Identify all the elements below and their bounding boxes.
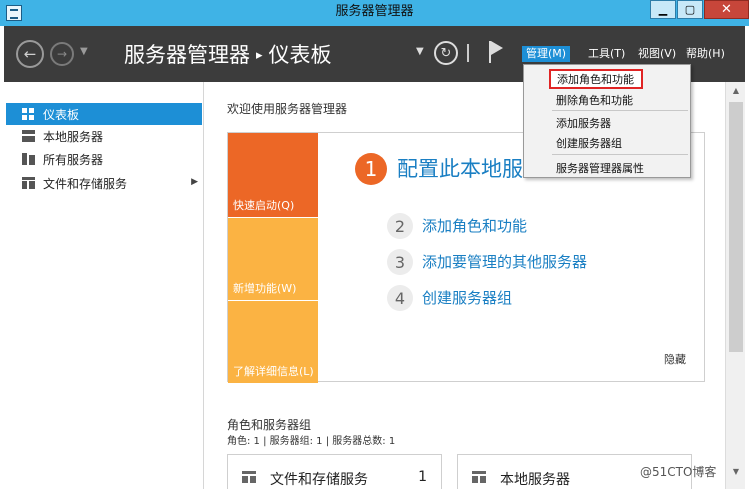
storage-icon — [242, 471, 256, 483]
hide-link[interactable]: 隐藏 — [664, 351, 686, 367]
close-button[interactable]: ✕ — [704, 0, 749, 19]
forward-arrow-icon[interactable]: → — [50, 42, 74, 66]
menu-add-roles-features[interactable]: 添加角色和功能 — [549, 69, 643, 89]
history-dropdown-icon[interactable]: ▼ — [80, 46, 88, 57]
scroll-up-icon[interactable]: ▲ — [726, 82, 746, 100]
breadcrumb: 服务器管理器 ▸ 仪表板 — [124, 39, 332, 69]
vertical-scrollbar[interactable]: ▲ ▼ — [725, 82, 745, 489]
breadcrumb-root[interactable]: 服务器管理器 — [124, 43, 250, 67]
header-divider — [467, 44, 469, 62]
role-card-file-storage[interactable]: 文件和存储服务 1 — [227, 454, 442, 489]
storage-icon — [22, 177, 35, 189]
step-add-roles-features[interactable]: 添加角色和功能 — [422, 215, 527, 236]
tile-quick-start[interactable]: 快速启动(Q) — [228, 133, 318, 217]
menu-view[interactable]: 视图(V) — [634, 46, 680, 62]
manage-dropdown-menu: 添加角色和功能 删除角色和功能 添加服务器 创建服务器组 服务器管理器属性 — [523, 64, 691, 178]
step-number-3: 3 — [387, 249, 413, 275]
menu-separator — [552, 154, 688, 155]
card-count: 1 — [418, 469, 427, 485]
server-icon — [472, 471, 486, 483]
breadcrumb-separator-icon: ▸ — [256, 48, 263, 63]
step-number-4: 4 — [387, 285, 413, 311]
menu-tools[interactable]: 工具(T) — [584, 46, 629, 62]
expand-arrow-icon[interactable]: ▶ — [191, 177, 198, 187]
step-number-2: 2 — [387, 213, 413, 239]
sidebar-item-all-servers[interactable]: 所有服务器 — [6, 148, 202, 170]
menu-separator — [552, 110, 688, 111]
sidebar-item-label: 文件和存储服务 — [43, 176, 128, 191]
menu-help[interactable]: 帮助(H) — [682, 46, 729, 62]
welcome-heading: 欢迎使用服务器管理器 — [227, 102, 348, 116]
tile-label: 快速启动(Q) — [233, 199, 295, 212]
step-number-1: 1 — [355, 153, 387, 185]
minimize-button[interactable]: ▁ — [650, 0, 676, 19]
chevron-down-icon[interactable]: ▼ — [416, 46, 424, 57]
sidebar: 仪表板 本地服务器 所有服务器 文件和存储服务 ▶ — [4, 82, 204, 489]
tile-whats-new[interactable]: 新增功能(W) — [228, 218, 318, 300]
menu-manage[interactable]: 管理(M) — [522, 46, 571, 62]
step-create-server-group[interactable]: 创建服务器组 — [422, 287, 512, 308]
step-add-servers[interactable]: 添加要管理的其他服务器 — [422, 251, 587, 272]
sidebar-item-local-server[interactable]: 本地服务器 — [6, 125, 202, 147]
card-title: 文件和存储服务 — [270, 472, 368, 488]
roles-summary: 角色: 1 | 服务器组: 1 | 服务器总数: 1 — [227, 436, 396, 447]
scroll-thumb[interactable] — [729, 102, 743, 352]
breadcrumb-current: 仪表板 — [268, 43, 332, 67]
servers-icon — [22, 153, 35, 165]
menu-create-server-group[interactable]: 创建服务器组 — [556, 135, 622, 151]
tile-label: 了解详细信息(L) — [233, 365, 314, 378]
menu-remove-roles-features[interactable]: 删除角色和功能 — [556, 92, 633, 108]
sidebar-item-file-storage[interactable]: 文件和存储服务 ▶ — [6, 172, 202, 194]
window-title: 服务器管理器 — [335, 4, 414, 19]
back-arrow-icon[interactable]: ← — [16, 40, 44, 68]
sidebar-item-label: 本地服务器 — [43, 129, 104, 144]
refresh-icon[interactable]: ↻ — [434, 41, 458, 65]
menu-server-manager-properties[interactable]: 服务器管理器属性 — [556, 160, 644, 176]
watermark: @51CTO博客 — [640, 465, 717, 479]
maximize-button[interactable]: ▢ — [677, 0, 703, 19]
scroll-down-icon[interactable]: ▼ — [726, 463, 746, 481]
card-title: 本地服务器 — [500, 472, 570, 488]
tile-learn-more[interactable]: 了解详细信息(L) — [228, 301, 318, 383]
sidebar-item-dashboard[interactable]: 仪表板 — [6, 103, 202, 125]
sidebar-item-label: 所有服务器 — [43, 152, 104, 167]
flag-icon[interactable] — [487, 41, 503, 63]
title-bar: 服务器管理器 ▁ ▢ ✕ — [0, 0, 749, 26]
menu-add-servers[interactable]: 添加服务器 — [556, 115, 611, 131]
server-icon — [22, 130, 35, 142]
roles-section-title: 角色和服务器组 — [227, 418, 312, 432]
sidebar-item-label: 仪表板 — [43, 107, 80, 122]
tile-label: 新增功能(W) — [233, 282, 297, 295]
dashboard-icon — [22, 108, 35, 120]
